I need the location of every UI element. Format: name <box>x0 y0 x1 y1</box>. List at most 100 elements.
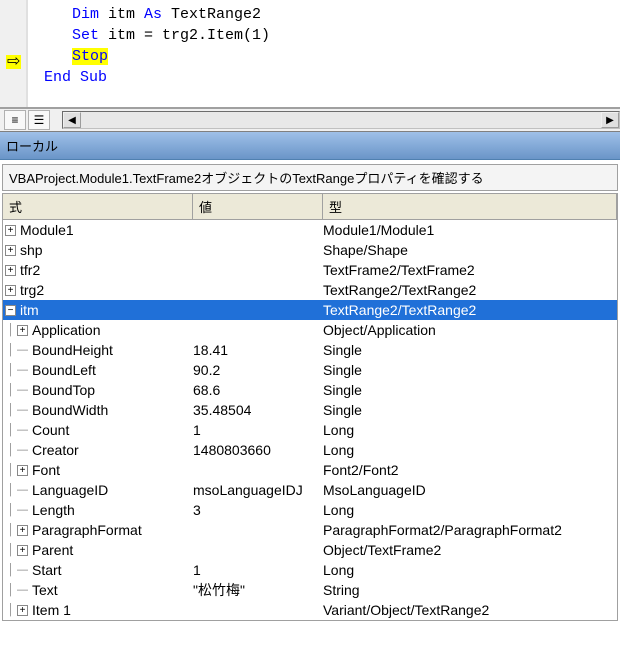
locals-row[interactable]: │— Start1Long <box>3 560 617 580</box>
value-cell: msoLanguageIDJ <box>193 480 323 500</box>
horizontal-scrollbar[interactable]: ◀ ▶ <box>62 111 620 129</box>
locals-row[interactable]: + tfr2 TextFrame2/TextFrame2 <box>3 260 617 280</box>
expr-name: shp <box>20 240 43 260</box>
tree-line-icon: │ <box>5 460 17 480</box>
code-line[interactable]: Set itm = trg2.Item(1) <box>44 25 620 46</box>
scroll-right-button[interactable]: ▶ <box>601 112 619 128</box>
leaf-icon: — <box>17 445 28 456</box>
leaf-icon: — <box>17 505 28 516</box>
expand-icon[interactable]: + <box>17 605 28 616</box>
locals-grid-header: 式 値 型 <box>3 194 617 220</box>
locals-row[interactable]: │— BoundWidth35.48504Single <box>3 400 617 420</box>
expr-name: trg2 <box>20 280 44 300</box>
type-cell: Long <box>323 560 617 580</box>
type-cell: Object/Application <box>323 320 617 340</box>
keyword-end-sub: End Sub <box>44 69 107 86</box>
tree-line-icon: │ <box>5 500 17 520</box>
view-procedure-button[interactable]: ≡ <box>4 110 26 130</box>
expr-name: Count <box>32 420 69 440</box>
leaf-icon: — <box>17 485 28 496</box>
type-cell: Single <box>323 340 617 360</box>
view-full-module-button[interactable]: ☰ <box>28 110 50 130</box>
tree-line-icon: │ <box>5 320 17 340</box>
type-cell: MsoLanguageID <box>323 480 617 500</box>
value-cell: "松竹梅" <box>193 580 323 600</box>
expand-icon[interactable]: + <box>17 525 28 536</box>
locals-row[interactable]: + trg2TextRange2/TextRange2 <box>3 280 617 300</box>
expr-name: LanguageID <box>32 480 108 500</box>
expr-name: BoundWidth <box>32 400 108 420</box>
expand-icon[interactable]: + <box>17 465 28 476</box>
type-cell: TextFrame2/TextFrame2 <box>323 260 617 280</box>
locals-row[interactable]: │— BoundTop68.6Single <box>3 380 617 400</box>
code-line[interactable]: End Sub <box>44 67 620 88</box>
type-cell: Single <box>323 400 617 420</box>
locals-row[interactable]: │— BoundHeight18.41Single <box>3 340 617 360</box>
type-cell: String <box>323 580 617 600</box>
locals-row[interactable]: + Module1Module1/Module1 <box>3 220 617 240</box>
locals-grid: 式 値 型 + Module1Module1/Module1+ shpShape… <box>2 193 618 621</box>
expr-name: Length <box>32 500 75 520</box>
locals-row[interactable]: − itmTextRange2/TextRange2 <box>3 300 617 320</box>
value-cell: 1 <box>193 560 323 580</box>
locals-row[interactable]: │— Length3Long <box>3 500 617 520</box>
column-header-type[interactable]: 型 <box>323 194 617 219</box>
locals-row[interactable]: │— BoundLeft90.2Single <box>3 360 617 380</box>
locals-row[interactable]: │— Count1Long <box>3 420 617 440</box>
expand-icon[interactable]: + <box>17 325 28 336</box>
keyword-set: Set <box>72 27 99 44</box>
code-line[interactable]: Dim itm As TextRange2 <box>44 4 620 25</box>
leaf-icon: — <box>17 585 28 596</box>
expand-icon[interactable]: + <box>17 545 28 556</box>
expr-name: Application <box>32 320 101 340</box>
type-cell: Single <box>323 380 617 400</box>
expr-name: Parent <box>32 540 73 560</box>
expr-cell: │+ ParagraphFormat <box>3 520 193 540</box>
type-cell: ParagraphFormat2/ParagraphFormat2 <box>323 520 617 540</box>
expr-cell: │— LanguageID <box>3 480 193 500</box>
tree-line-icon: │ <box>5 580 17 600</box>
locals-row[interactable]: │+ ParentObject/TextFrame2 <box>3 540 617 560</box>
expr-cell: │— Count <box>3 420 193 440</box>
expr-cell: │— Start <box>3 560 193 580</box>
expand-icon[interactable]: + <box>5 285 16 296</box>
type-cell: TextRange2/TextRange2 <box>323 300 617 320</box>
collapse-icon[interactable]: − <box>5 305 16 316</box>
expr-name: Creator <box>32 440 79 460</box>
expr-name: BoundHeight <box>32 340 113 360</box>
expr-cell: + tfr2 <box>3 260 193 280</box>
type-cell: Long <box>323 500 617 520</box>
type-cell: Long <box>323 420 617 440</box>
column-header-expression[interactable]: 式 <box>3 194 193 219</box>
locals-row[interactable]: │+ Application Object/Application <box>3 320 617 340</box>
expr-name: BoundTop <box>32 380 95 400</box>
expr-name: BoundLeft <box>32 360 96 380</box>
expand-icon[interactable]: + <box>5 265 16 276</box>
code-lines[interactable]: Dim itm As TextRange2 Set itm = trg2.Ite… <box>44 4 620 88</box>
code-line[interactable]: Stop <box>44 46 620 67</box>
locals-row[interactable]: │+ Item 1Variant/Object/TextRange2 <box>3 600 617 620</box>
locals-row[interactable]: │— Creator1480803660Long <box>3 440 617 460</box>
leaf-icon: — <box>17 425 28 436</box>
expr-cell: │— Text <box>3 580 193 600</box>
expr-cell: │+ Font <box>3 460 193 480</box>
locals-row[interactable]: + shpShape/Shape <box>3 240 617 260</box>
type-cell: Single <box>323 360 617 380</box>
code-pane: ⇨ Dim itm As TextRange2 Set itm = trg2.I… <box>0 0 620 108</box>
type-cell: Object/TextFrame2 <box>323 540 617 560</box>
locals-row[interactable]: │— LanguageIDmsoLanguageIDJMsoLanguageID <box>3 480 617 500</box>
leaf-icon: — <box>17 345 28 356</box>
column-header-value[interactable]: 値 <box>193 194 323 219</box>
expand-icon[interactable]: + <box>5 245 16 256</box>
expr-name: Module1 <box>20 220 74 240</box>
locals-row[interactable]: │+ ParagraphFormat ParagraphFormat2/Parag… <box>3 520 617 540</box>
expr-name: tfr2 <box>20 260 40 280</box>
scroll-left-button[interactable]: ◀ <box>63 112 81 128</box>
expr-cell: │— Length <box>3 500 193 520</box>
expand-icon[interactable]: + <box>5 225 16 236</box>
locals-row[interactable]: │— Text"松竹梅"String <box>3 580 617 600</box>
expr-cell: + trg2 <box>3 280 193 300</box>
expr-cell: │— BoundLeft <box>3 360 193 380</box>
value-cell: 1 <box>193 420 323 440</box>
locals-row[interactable]: │+ FontFont2/Font2 <box>3 460 617 480</box>
